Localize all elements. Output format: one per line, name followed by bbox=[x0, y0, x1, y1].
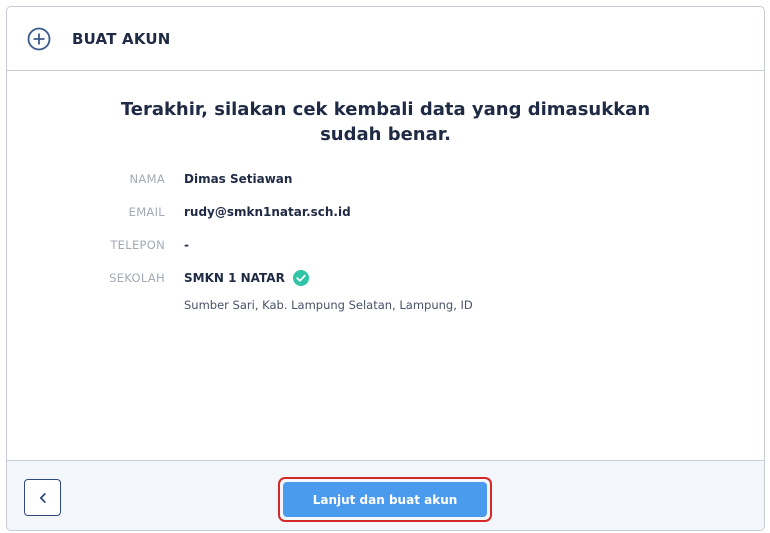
field-label: EMAIL bbox=[128, 205, 165, 219]
field-row-telepon: TELEPON - bbox=[7, 235, 764, 255]
field-value: rudy@smkn1natar.sch.id bbox=[184, 205, 351, 219]
field-row-email: EMAIL rudy@smkn1natar.sch.id bbox=[7, 202, 764, 222]
page-title: BUAT AKUN bbox=[72, 29, 171, 48]
plus-circle-icon bbox=[27, 27, 51, 51]
field-row-nama: NAMA Dimas Setiawan bbox=[7, 169, 764, 189]
school-name: SMKN 1 NATAR bbox=[184, 271, 285, 285]
submit-highlight: Lanjut dan buat akun bbox=[278, 477, 492, 522]
field-label: SEKOLAH bbox=[109, 271, 165, 285]
field-row-sekolah: SEKOLAH SMKN 1 NATAR bbox=[7, 268, 764, 288]
field-value: - bbox=[184, 238, 189, 252]
create-account-card: BUAT AKUN Terakhir, silakan cek kembali … bbox=[6, 6, 765, 531]
check-circle-icon bbox=[292, 270, 309, 286]
back-button[interactable] bbox=[24, 479, 61, 516]
review-section: Terakhir, silakan cek kembali data yang … bbox=[7, 71, 764, 460]
field-label: NAMA bbox=[129, 172, 165, 186]
create-account-button[interactable]: Lanjut dan buat akun bbox=[283, 482, 487, 517]
card-footer: Lanjut dan buat akun bbox=[7, 460, 764, 530]
field-label: TELEPON bbox=[110, 238, 165, 252]
card-header: BUAT AKUN bbox=[7, 7, 764, 71]
chevron-left-icon bbox=[37, 492, 49, 504]
school-value: SMKN 1 NATAR bbox=[184, 268, 309, 288]
school-address: Sumber Sari, Kab. Lampung Selatan, Lampu… bbox=[184, 298, 473, 312]
field-value: Dimas Setiawan bbox=[184, 172, 293, 186]
review-headline: Terakhir, silakan cek kembali data yang … bbox=[120, 99, 651, 145]
